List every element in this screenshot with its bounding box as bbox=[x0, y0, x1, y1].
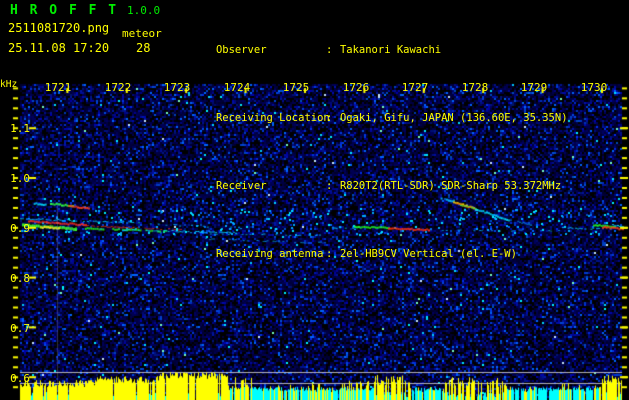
time-label-1724: 1724 bbox=[223, 81, 251, 94]
time-label-1728: 1728 bbox=[461, 81, 489, 94]
info-separator: : bbox=[325, 43, 333, 56]
meteor-count: 28 bbox=[136, 41, 151, 55]
time-label-1729: 1729 bbox=[520, 81, 548, 94]
info-row-antenna: Receiving antenna:2el-HB9CV Vertical (el… bbox=[178, 234, 568, 275]
info-value: Ogaki, Gifu, JAPAN (136.60E, 35.35N) bbox=[339, 111, 568, 124]
info-separator: : bbox=[325, 111, 333, 124]
app-version: 1.0.0 bbox=[127, 4, 161, 17]
time-label-1723: 1723 bbox=[163, 81, 191, 94]
info-label: Observer bbox=[215, 43, 267, 56]
y-axis-unit-label: kHz bbox=[0, 79, 18, 90]
freq-label-0-9: 0.9 bbox=[10, 221, 30, 235]
station-info: Observer: Takanori Kawachi Receiving Loca… bbox=[178, 3, 568, 302]
info-value: 2el-HB9CV Vertical (el. E-W) bbox=[339, 247, 517, 260]
info-label: Receiving Location bbox=[215, 111, 330, 124]
info-label: Receiver bbox=[215, 179, 267, 192]
info-value: Takanori Kawachi bbox=[339, 43, 442, 56]
info-value: R820T2(RTL-SDR) SDR-Sharp 53.372MHz bbox=[339, 179, 562, 192]
output-file-name: 2511081720.png bbox=[8, 21, 110, 35]
app-title: H R O F F T bbox=[10, 3, 119, 18]
info-label: Receiving antenna bbox=[215, 247, 324, 260]
info-row-location: Receiving Location: Ogaki, Gifu, JAPAN (1… bbox=[178, 98, 568, 139]
freq-label-0-8: 0.8 bbox=[10, 271, 30, 285]
freq-label-0-6: 0.6 bbox=[10, 371, 30, 385]
freq-label-0-7: 0.7 bbox=[10, 321, 30, 335]
freq-label-1-0: 1.0 bbox=[10, 171, 30, 185]
datetime-label: 25.11.08 17:20 bbox=[8, 41, 110, 55]
time-label-1725: 1725 bbox=[282, 81, 310, 94]
time-label-1727: 1727 bbox=[401, 81, 429, 94]
info-separator: : bbox=[325, 247, 333, 260]
time-label-1722: 1722 bbox=[104, 81, 132, 94]
info-separator: : bbox=[325, 179, 333, 192]
time-label-1726: 1726 bbox=[342, 81, 370, 94]
time-label-1730: 1730 bbox=[580, 81, 608, 94]
freq-label-1-1: 1.1 bbox=[10, 121, 30, 135]
mode-label: meteor bbox=[122, 27, 162, 40]
info-row-observer: Observer: Takanori Kawachi bbox=[178, 30, 568, 71]
info-row-receiver: Receiver: R820T2(RTL-SDR) SDR-Sharp 53.37… bbox=[178, 166, 568, 207]
hrofft-window: H R O F F T 1.0.0 2511081720.png meteor … bbox=[0, 0, 629, 400]
time-label-1721: 1721 bbox=[44, 81, 72, 94]
